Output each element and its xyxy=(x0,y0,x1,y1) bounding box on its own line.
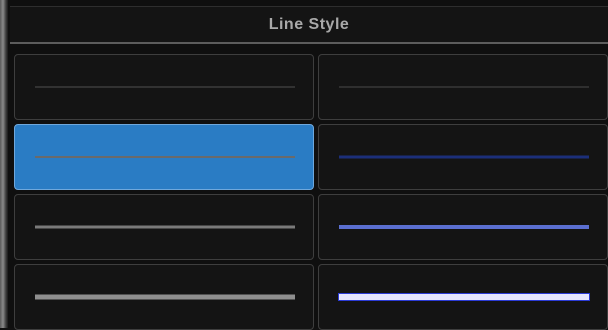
line-sample-7 xyxy=(35,294,295,300)
line-style-option-3[interactable] xyxy=(14,124,314,190)
line-sample-4 xyxy=(339,155,589,159)
line-sample-5 xyxy=(35,225,295,229)
line-style-dialog: Line Style xyxy=(0,0,608,330)
line-sample-8 xyxy=(339,294,589,300)
line-style-option-5[interactable] xyxy=(14,194,314,260)
line-style-option-6[interactable] xyxy=(318,194,608,260)
line-sample-1 xyxy=(35,86,295,88)
line-sample-3 xyxy=(35,156,295,158)
line-style-option-4[interactable] xyxy=(318,124,608,190)
left-edge-rail xyxy=(0,0,8,328)
dialog-titlebar: Line Style xyxy=(10,6,608,44)
line-style-option-7[interactable] xyxy=(14,264,314,330)
line-style-option-2[interactable] xyxy=(318,54,608,120)
line-sample-6 xyxy=(339,225,589,229)
dialog-title: Line Style xyxy=(268,15,350,33)
line-style-option-8[interactable] xyxy=(318,264,608,330)
line-style-grid xyxy=(14,54,608,330)
line-style-option-1[interactable] xyxy=(14,54,314,120)
line-sample-2 xyxy=(339,86,589,88)
